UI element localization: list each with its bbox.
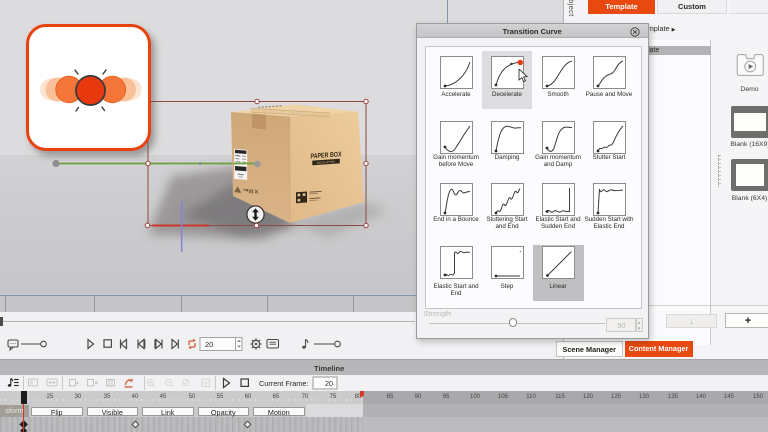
svg-text:20: 20 — [205, 340, 213, 349]
svg-text:20: 20 — [325, 379, 333, 388]
svg-text:Current Frame:: Current Frame: — [259, 379, 308, 388]
